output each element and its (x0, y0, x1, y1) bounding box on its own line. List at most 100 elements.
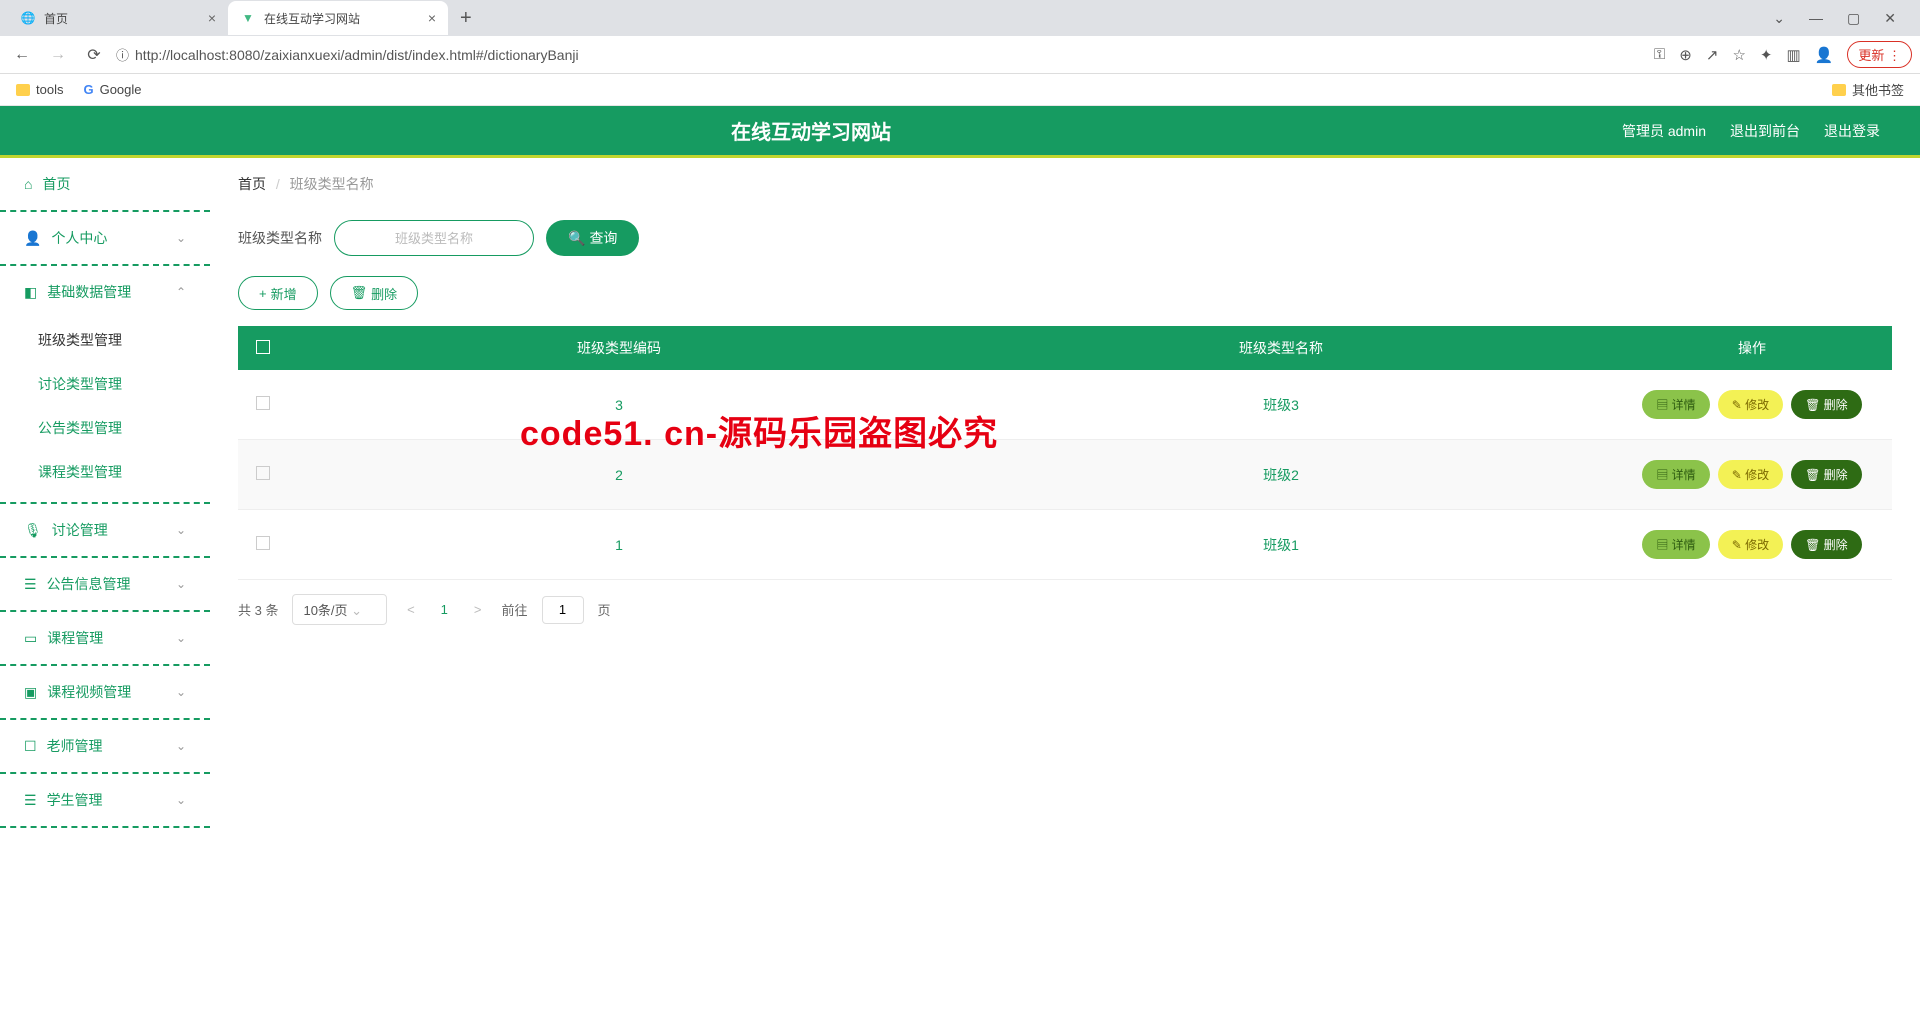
search-button[interactable]: 🔍 查询 (546, 220, 639, 256)
panel-icon[interactable]: ▥ (1786, 46, 1800, 64)
goto-suffix: 页 (598, 600, 611, 619)
search-input[interactable] (334, 220, 534, 256)
breadcrumb-home[interactable]: 首页 (238, 176, 266, 192)
url-text: http://localhost:8080/zaixianxuexi/admin… (135, 47, 579, 63)
chevron-down-icon[interactable]: ⌄ (1773, 10, 1785, 27)
forward-button[interactable]: → (44, 46, 72, 64)
app-title: 在线互动学习网站 (0, 116, 1622, 145)
sidebar-item-home[interactable]: ⌂ 首页 (0, 158, 210, 212)
sidebar-item-notice[interactable]: ☰ 公告信息管理 ⌄ (0, 558, 210, 612)
close-icon[interactable]: × (428, 10, 436, 26)
chevron-down-icon: ⌄ (176, 577, 186, 591)
user-label[interactable]: 管理员 admin (1622, 121, 1706, 141)
breadcrumb: 首页 / 班级类型名称 (210, 158, 1920, 210)
bookmarks-bar: tools G Google 其他书签 (0, 74, 1920, 106)
row-checkbox[interactable] (238, 370, 288, 440)
star-icon[interactable]: ☆ (1732, 46, 1745, 64)
chevron-down-icon: ⌄ (176, 231, 186, 245)
page-size-select[interactable]: 10条/页 ⌄ (292, 594, 387, 625)
minimize-icon[interactable]: — (1809, 10, 1823, 27)
row-checkbox[interactable] (238, 510, 288, 580)
logout-link[interactable]: 退出登录 (1824, 121, 1880, 141)
row-delete-button[interactable]: 🗑 删除 (1791, 530, 1862, 559)
chevron-down-icon: ⌄ (176, 631, 186, 645)
bookmark-google[interactable]: G Google (83, 82, 141, 97)
home-icon: ⌂ (24, 176, 32, 192)
update-button[interactable]: 更新 ⋮ (1847, 41, 1912, 68)
address-row: ← → ⟳ ⓘ http://localhost:8080/zaixianxue… (0, 36, 1920, 74)
edit-button[interactable]: ✎ 修改 (1718, 390, 1783, 419)
address-bar[interactable]: ⓘ http://localhost:8080/zaixianxuexi/adm… (116, 45, 1646, 64)
chevron-down-icon: ⌄ (176, 523, 186, 537)
close-icon[interactable]: × (208, 10, 216, 26)
delete-button[interactable]: 🗑 删除 (330, 276, 419, 310)
add-button[interactable]: + 新增 (238, 276, 318, 310)
student-icon: ☰ (24, 792, 37, 809)
goto-input[interactable] (542, 596, 584, 624)
browser-chrome: 🌐 首页 × ▼ 在线互动学习网站 × + ⌄ — ▢ ✕ ← → ⟳ ⓘ ht… (0, 0, 1920, 106)
sidebar: ⌂ 首页 👤 个人中心 ⌄ ◧ 基础数据管理 ⌃ 班级类型管理 讨论类型管理 公… (0, 158, 210, 828)
cell-ops: ▤ 详情 ✎ 修改 🗑 删除 (1612, 370, 1892, 440)
detail-button[interactable]: ▤ 详情 (1642, 390, 1709, 419)
detail-button[interactable]: ▤ 详情 (1642, 530, 1709, 559)
goto-label: 前往 (502, 600, 528, 619)
th-checkbox[interactable] (238, 326, 288, 370)
user-icon: 👤 (24, 230, 41, 247)
folder-icon (16, 84, 30, 96)
back-button[interactable]: ← (8, 46, 36, 64)
detail-button[interactable]: ▤ 详情 (1642, 460, 1709, 489)
sidebar-item-student[interactable]: ☰ 学生管理 ⌄ (0, 774, 210, 828)
maximize-icon[interactable]: ▢ (1847, 10, 1860, 27)
profile-icon[interactable]: 👤 (1815, 46, 1834, 64)
sidebar-sub-notice-type[interactable]: 公告类型管理 (0, 406, 210, 450)
chat-icon: ▭ (24, 630, 37, 647)
row-delete-button[interactable]: 🗑 删除 (1791, 460, 1862, 489)
sidebar-item-discuss[interactable]: 🎙 讨论管理 ⌄ (0, 504, 210, 558)
sidebar-item-video[interactable]: ▣ 课程视频管理 ⌄ (0, 666, 210, 720)
vue-icon: ▼ (240, 10, 256, 26)
list-icon: ☰ (24, 576, 37, 593)
to-front-link[interactable]: 退出到前台 (1730, 121, 1800, 141)
sidebar-item-teacher[interactable]: ☐ 老师管理 ⌄ (0, 720, 210, 774)
zoom-icon[interactable]: ⊕ (1679, 46, 1692, 64)
key-icon[interactable]: ⚿ (1654, 46, 1665, 63)
action-bar: + 新增 🗑 删除 (210, 266, 1920, 326)
share-icon[interactable]: ↗ (1706, 46, 1719, 64)
prev-page[interactable]: < (401, 602, 421, 617)
search-bar: 班级类型名称 🔍 查询 (210, 210, 1920, 266)
total-count: 共 3 条 (238, 600, 278, 619)
page-number[interactable]: 1 (435, 602, 454, 617)
row-checkbox[interactable] (238, 440, 288, 510)
chevron-down-icon: ⌄ (176, 793, 186, 807)
chevron-down-icon: ⌄ (176, 685, 186, 699)
cell-ops: ▤ 详情 ✎ 修改 🗑 删除 (1612, 510, 1892, 580)
breadcrumb-sep: / (276, 176, 280, 192)
sidebar-item-course[interactable]: ▭ 课程管理 ⌄ (0, 612, 210, 666)
bookmark-other[interactable]: 其他书签 (1832, 80, 1904, 99)
sidebar-sub-discuss-type[interactable]: 讨论类型管理 (0, 362, 210, 406)
reload-button[interactable]: ⟳ (80, 45, 108, 65)
sidebar-sub-course-type[interactable]: 课程类型管理 (0, 450, 210, 494)
breadcrumb-current: 班级类型名称 (290, 176, 374, 192)
search-icon: 🔍 (568, 230, 585, 247)
sidebar-sub-class-type[interactable]: 班级类型管理 (0, 318, 210, 362)
pagination: 共 3 条 10条/页 ⌄ < 1 > 前往 页 (210, 580, 1920, 639)
new-tab-button[interactable]: + (448, 7, 484, 30)
puzzle-icon[interactable]: ✦ (1760, 46, 1773, 64)
data-icon: ◧ (24, 284, 37, 301)
chevron-down-icon: ⌄ (351, 603, 362, 618)
edit-button[interactable]: ✎ 修改 (1718, 460, 1783, 489)
edit-button[interactable]: ✎ 修改 (1718, 530, 1783, 559)
row-delete-button[interactable]: 🗑 删除 (1791, 390, 1862, 419)
plus-icon: + (259, 286, 267, 301)
close-window-icon[interactable]: ✕ (1884, 10, 1896, 27)
next-page[interactable]: > (468, 602, 488, 617)
tab-app[interactable]: ▼ 在线互动学习网站 × (228, 1, 448, 35)
bookmark-tools[interactable]: tools (16, 82, 63, 97)
sidebar-item-base-data[interactable]: ◧ 基础数据管理 ⌃ (0, 266, 210, 318)
sidebar-item-personal[interactable]: 👤 个人中心 ⌄ (0, 212, 210, 266)
google-icon: G (83, 82, 93, 97)
tab-label: 在线互动学习网站 (264, 10, 360, 27)
mic-icon: 🎙 (24, 522, 42, 539)
tab-home[interactable]: 🌐 首页 × (8, 1, 228, 35)
